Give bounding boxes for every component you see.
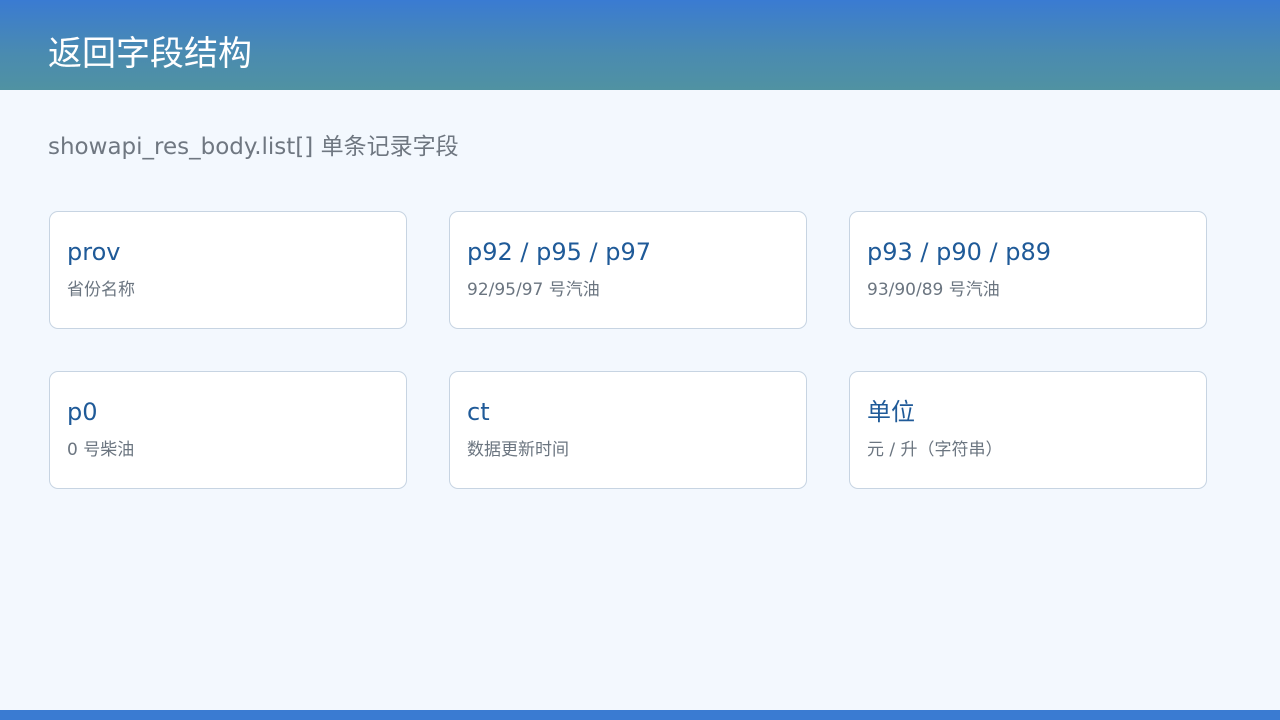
footer-bar xyxy=(0,710,1280,720)
field-name: prov xyxy=(67,238,121,266)
field-card-gasoline-93-90-89: p93 / p90 / p89 93/90/89 号汽油 xyxy=(849,211,1207,329)
section-subtitle: showapi_res_body.list[] 单条记录字段 xyxy=(48,134,459,160)
field-description: 数据更新时间 xyxy=(467,440,569,460)
field-name: p92 / p95 / p97 xyxy=(467,238,652,266)
page-title: 返回字段结构 xyxy=(48,34,252,74)
field-card-diesel-p0: p0 0 号柴油 xyxy=(49,371,407,489)
field-name: ct xyxy=(467,398,490,426)
field-name: p93 / p90 / p89 xyxy=(867,238,1052,266)
field-description: 省份名称 xyxy=(67,280,135,300)
field-description: 元 / 升（字符串） xyxy=(867,440,1003,460)
field-name: 单位 xyxy=(867,398,915,426)
field-description: 0 号柴油 xyxy=(67,440,135,460)
header-bar: 返回字段结构 xyxy=(0,0,1280,90)
field-description: 92/95/97 号汽油 xyxy=(467,280,600,300)
field-name: p0 xyxy=(67,398,98,426)
field-card-prov: prov 省份名称 xyxy=(49,211,407,329)
field-card-ct: ct 数据更新时间 xyxy=(449,371,807,489)
field-description: 93/90/89 号汽油 xyxy=(867,280,1000,300)
field-card-unit: 单位 元 / 升（字符串） xyxy=(849,371,1207,489)
field-card-gasoline-92-95-97: p92 / p95 / p97 92/95/97 号汽油 xyxy=(449,211,807,329)
